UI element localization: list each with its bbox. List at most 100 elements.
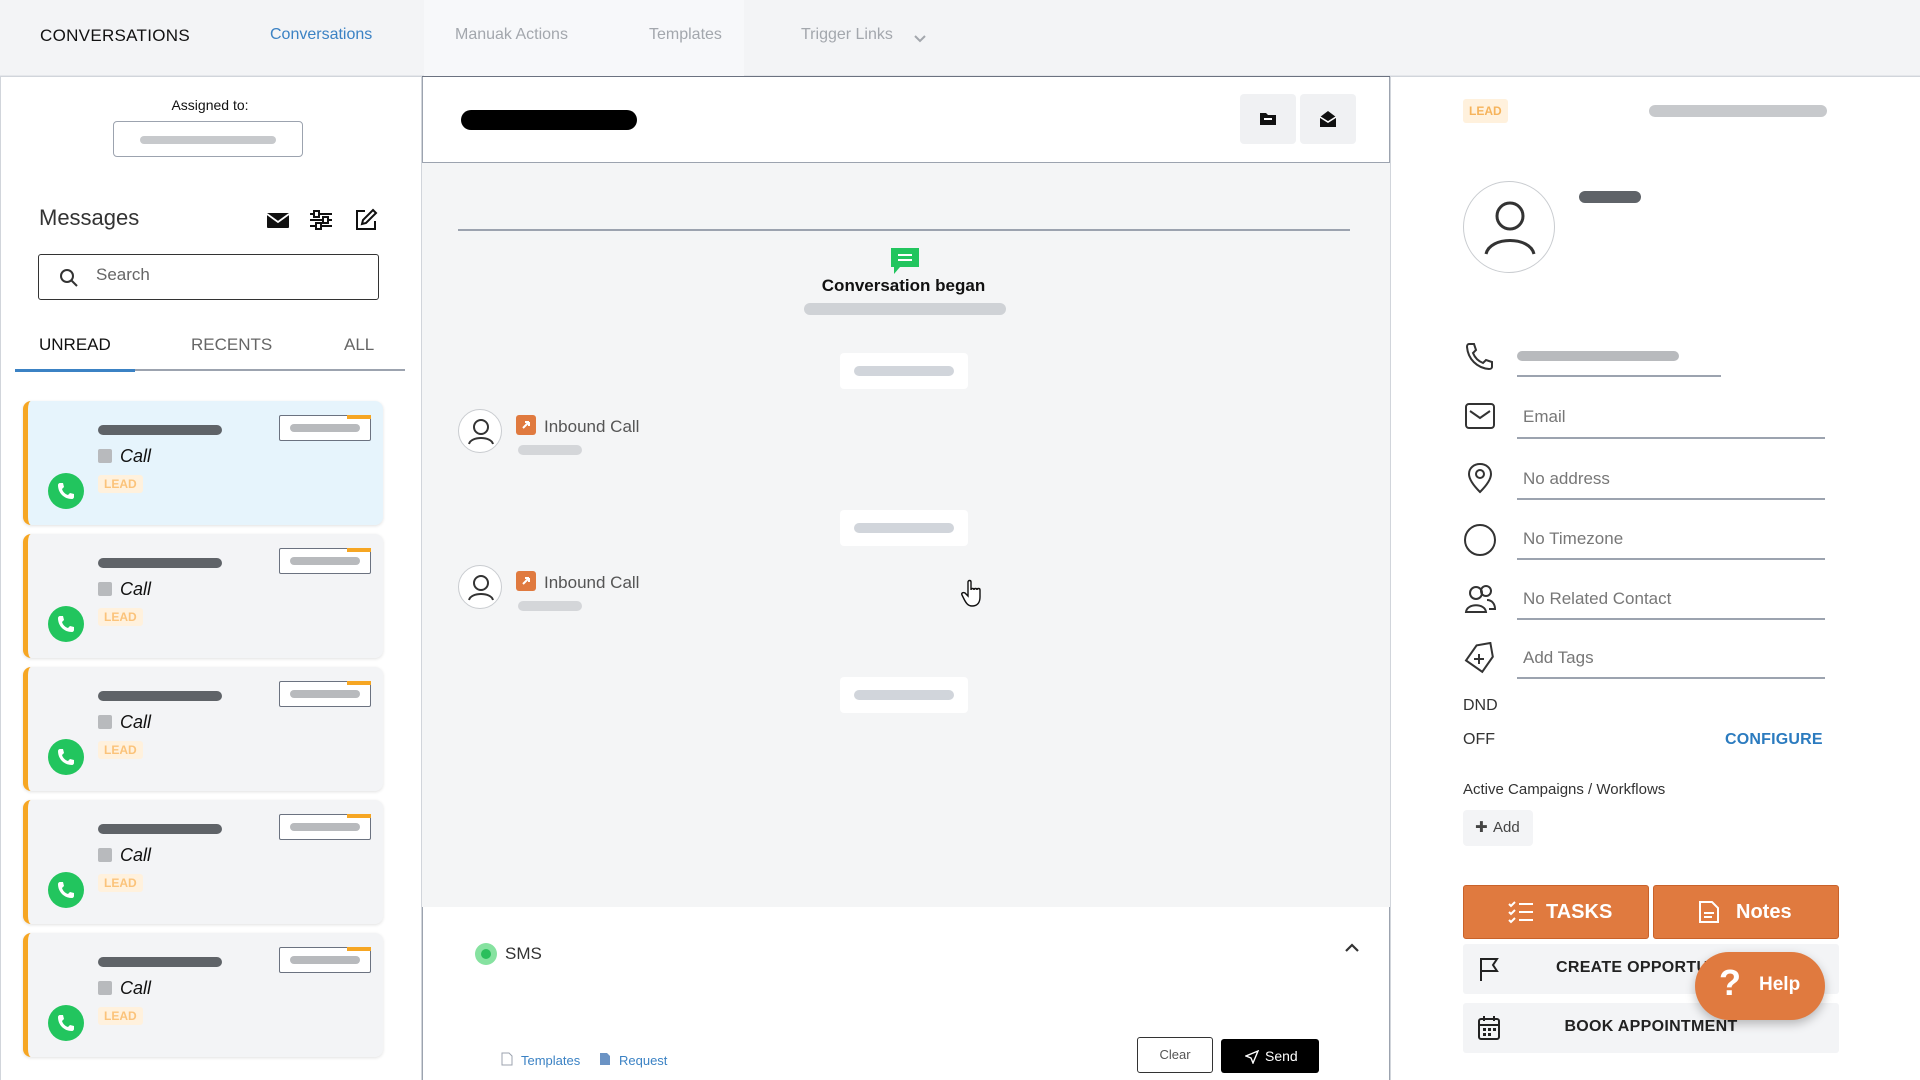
hand-cursor-icon [961,579,981,607]
top-nav: CONVERSATIONS Conversations Manuak Actio… [0,0,1920,76]
assigned-label: Assigned to: [171,97,249,113]
lead-badge: LEAD [98,874,143,892]
assigned-select[interactable] [113,121,303,157]
search-icon [60,269,78,287]
event-time-redacted [518,601,582,611]
message-input[interactable] [475,983,1335,1033]
inbound-call-icon [516,415,536,435]
related-underline [1517,618,1825,620]
conversation-card[interactable]: Call LEAD [23,800,383,924]
clock-icon [1464,524,1496,556]
related-contact-field[interactable]: No Related Contact [1523,589,1671,609]
conversation-card[interactable]: Call LEAD [23,534,383,658]
tags-underline [1517,677,1825,679]
user-icon [468,419,494,445]
tasks-button[interactable]: TASKS [1463,885,1649,939]
card-type: Call [120,579,152,599]
conversation-thread: Conversation began Inbound Call Inbound … [422,76,1390,1080]
add-label: Add [1493,819,1520,836]
messages-title: Messages [39,205,140,230]
event-label[interactable]: Inbound Call [544,573,639,593]
configure-link[interactable]: CONFIGURE [1725,731,1823,749]
user-icon [1484,201,1536,255]
thread-divider [458,229,1350,231]
add-tags-field[interactable]: Add Tags [1523,648,1594,668]
conversation-card[interactable]: Call LEAD [23,933,383,1057]
tab-recents[interactable]: RECENTS [191,335,272,355]
message-composer: SMS Templates Request Clear Send [422,907,1390,1080]
conversation-card[interactable]: Call LEAD [23,401,383,525]
tab-templates[interactable]: Templates [649,26,722,44]
channel-label[interactable]: SMS [505,944,542,964]
campaigns-label: Active Campaigns / Workflows [1463,781,1666,798]
contact-name-redacted [98,957,222,967]
tab-unread[interactable]: UNREAD [39,335,111,355]
notes-label: Notes [1736,901,1792,923]
search-box[interactable] [38,254,379,300]
event-label[interactable]: Inbound Call [544,417,639,437]
address-field[interactable]: No address [1523,469,1610,489]
book-appointment-label: BOOK APPOINTMENT [1564,1018,1738,1035]
avatar [458,565,502,609]
chevron-down-icon[interactable] [912,30,928,46]
phone-redacted [1517,351,1679,361]
card-type: Call [120,446,152,466]
thread-header [422,77,1390,163]
card-type: Call [120,845,152,865]
filter-icon[interactable] [308,207,334,233]
add-campaign-button[interactable]: ✚ Add [1463,810,1533,846]
inbound-call-icon [516,571,536,591]
phone-icon [1465,343,1493,371]
search-input[interactable] [96,265,356,285]
help-label: Help [1759,974,1801,995]
event-time-redacted [518,445,582,455]
template-file-icon [501,1052,513,1066]
archive-button[interactable] [1240,94,1296,144]
contact-name-redacted [98,558,222,568]
card-tag [279,415,371,441]
send-icon [1245,1050,1259,1064]
conversation-card[interactable]: Call LEAD [23,667,383,791]
lead-badge: LEAD [1463,99,1508,123]
address-underline [1517,498,1825,500]
email-field[interactable]: Email [1523,407,1566,427]
question-icon: ? [1719,962,1741,1003]
request-link[interactable]: Request [619,1053,667,1068]
mark-read-button[interactable] [1300,94,1356,144]
card-type: Call [120,978,152,998]
header-redacted [1649,105,1827,117]
checklist-icon [1508,901,1533,924]
tab-manual-actions[interactable]: Manuak Actions [455,26,568,44]
chevron-up-icon[interactable] [1343,939,1361,957]
mail-icon[interactable] [265,207,291,233]
call-type-icon [98,715,112,729]
templates-link[interactable]: Templates [521,1053,580,1068]
envelope-open-icon [1319,111,1337,127]
timezone-field[interactable]: No Timezone [1523,529,1623,549]
card-tag [279,548,371,574]
compose-icon[interactable] [353,207,379,233]
sms-status-icon [475,943,497,965]
lead-badge: LEAD [98,608,143,626]
card-type: Call [120,712,152,732]
active-tab-indicator [15,369,135,372]
chat-icon [891,248,919,274]
call-type-icon [98,449,112,463]
note-icon [1699,901,1719,923]
phone-icon [48,872,84,908]
contact-avatar[interactable] [1463,181,1555,273]
phone-field[interactable] [1517,375,1721,377]
notes-button[interactable]: Notes [1653,885,1839,939]
call-type-icon [98,848,112,862]
card-tag [279,681,371,707]
tab-conversations[interactable]: Conversations [270,26,372,44]
tab-all[interactable]: ALL [344,335,374,355]
location-icon [1467,462,1493,494]
send-button[interactable]: Send [1221,1039,1319,1073]
contact-details-panel: LEAD Email No address No Timezone No Rel… [1390,76,1920,1080]
tab-trigger-links[interactable]: Trigger Links [801,26,893,44]
clear-button[interactable]: Clear [1137,1037,1213,1073]
card-tag [279,947,371,973]
contact-name-redacted [461,110,637,130]
help-button[interactable]: ? Help [1695,952,1825,1020]
